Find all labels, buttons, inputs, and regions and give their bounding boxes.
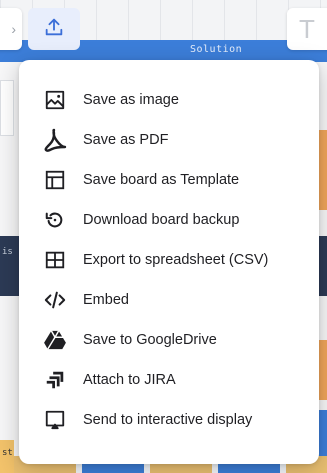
- menu-item-label: Export to spreadsheet (CSV): [83, 252, 269, 268]
- menu-item-google-drive[interactable]: Save to GoogleDrive: [19, 320, 319, 360]
- image-icon: [43, 88, 67, 112]
- board-text: is: [2, 247, 13, 257]
- display-icon: [43, 408, 67, 432]
- board-text: st: [2, 448, 13, 458]
- menu-item-label: Send to interactive display: [83, 412, 253, 428]
- embed-code-icon: [43, 288, 67, 312]
- menu-item-label: Save as image: [83, 92, 179, 108]
- menu-item-interactive-display[interactable]: Send to interactive display: [19, 400, 319, 440]
- column-label: Solution: [190, 44, 243, 55]
- chevron-icon: ›: [11, 21, 16, 37]
- board-card[interactable]: [0, 80, 14, 136]
- menu-item-label: Download board backup: [83, 212, 240, 228]
- google-drive-icon: [43, 328, 67, 352]
- menu-item-export-csv[interactable]: Export to spreadsheet (CSV): [19, 240, 319, 280]
- text-tool-button[interactable]: T: [287, 8, 327, 50]
- spreadsheet-icon: [43, 248, 67, 272]
- menu-item-attach-jira[interactable]: Attach to JIRA: [19, 360, 319, 400]
- menu-item-label: Embed: [83, 292, 129, 308]
- text-tool-icon: T: [299, 13, 315, 44]
- board-card: [0, 236, 14, 296]
- jira-icon: [43, 368, 67, 392]
- upload-icon: [43, 16, 65, 43]
- menu-item-label: Save board as Template: [83, 172, 240, 188]
- backup-icon: [43, 208, 67, 232]
- export-button[interactable]: [28, 8, 80, 50]
- menu-item-label: Attach to JIRA: [83, 372, 176, 388]
- menu-item-label: Save to GoogleDrive: [83, 332, 217, 348]
- menu-item-save-pdf[interactable]: Save as PDF: [19, 120, 319, 160]
- menu-item-embed[interactable]: Embed: [19, 280, 319, 320]
- menu-item-label: Save as PDF: [83, 132, 169, 148]
- menu-item-save-image[interactable]: Save as image: [19, 80, 319, 120]
- toolbar-left-button[interactable]: ›: [0, 8, 22, 50]
- template-icon: [43, 168, 67, 192]
- menu-item-save-template[interactable]: Save board as Template: [19, 160, 319, 200]
- menu-item-download-backup[interactable]: Download board backup: [19, 200, 319, 240]
- export-menu: Save as image Save as PDF Save board as …: [19, 60, 319, 464]
- pdf-icon: [43, 128, 67, 152]
